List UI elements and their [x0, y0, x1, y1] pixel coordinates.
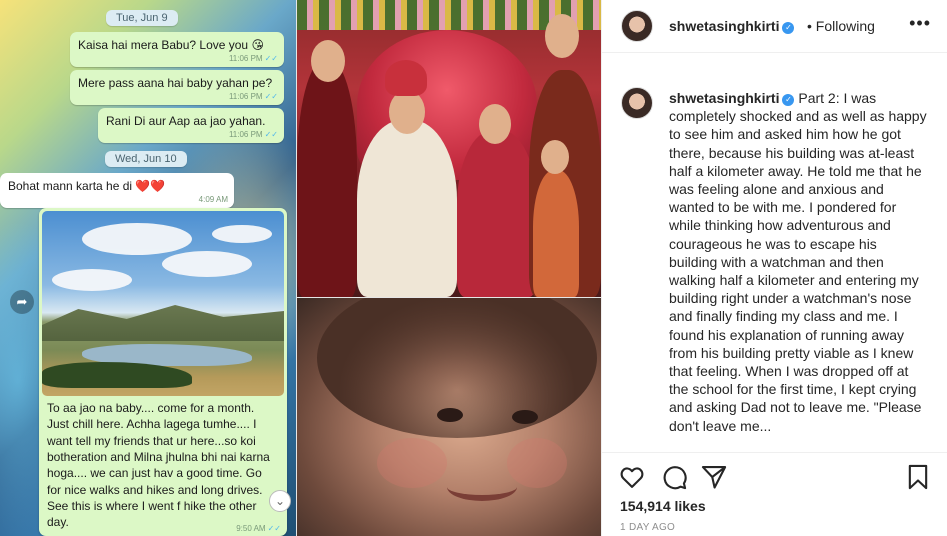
message-meta: 9:50 AM ✓✓: [236, 524, 281, 533]
child-in-photo: [533, 170, 579, 297]
header-username[interactable]: shwetasinghkirti ✓: [669, 18, 795, 34]
groom: [357, 120, 457, 297]
chat-message-out: Rani Di aur Aap aa jao yahan. 11:06 PM ✓✓: [98, 108, 284, 144]
message-meta: 11:06 PM ✓✓: [229, 54, 278, 65]
face: [311, 40, 345, 82]
message-text: Kaisa hai mera Babu? Love you 😘: [78, 38, 264, 52]
read-ticks-icon: ✓✓: [264, 92, 278, 102]
person-left: [297, 60, 357, 297]
post-actions: 154,914 likes 1 DAY AGO: [602, 452, 947, 536]
paper-plane-icon[interactable]: [700, 463, 728, 491]
bride: [457, 130, 537, 297]
post-sidebar: shwetasinghkirti ✓ • Following ••• shweta…: [601, 0, 947, 536]
chat-screenshot: Tue, Jun 9 Kaisa hai mera Babu? Love you…: [0, 0, 296, 536]
post-caption: shwetasinghkirti ✓ Part 2: I was complete…: [669, 89, 927, 435]
message-meta: 4:09 AM: [199, 195, 228, 206]
message-meta: 11:06 PM ✓✓: [229, 92, 278, 103]
message-time: 11:06 PM: [228, 92, 263, 102]
message-text: Mere pass aana hai baby yahan pe?: [78, 76, 273, 90]
message-meta: 11:06 PM ✓✓: [229, 130, 278, 141]
wedding-photo: [297, 0, 601, 297]
message-time: 9:50 AM: [236, 524, 266, 533]
forward-arrow-icon[interactable]: ➦: [10, 290, 34, 314]
read-ticks-icon: ✓✓: [264, 130, 278, 140]
post-header: shwetasinghkirti ✓ • Following •••: [602, 0, 947, 53]
groom-turban: [385, 60, 427, 96]
message-text: Rani Di aur Aap aa jao yahan.: [106, 114, 266, 128]
childhood-photo: [297, 298, 601, 536]
caption-body: Part 2: I was completely shocked and as …: [669, 90, 927, 434]
read-ticks-icon: ✓✓: [267, 524, 281, 533]
more-options-icon[interactable]: •••: [909, 13, 931, 34]
cloud: [212, 225, 272, 243]
verified-badge-icon: ✓: [782, 94, 795, 106]
caption-username[interactable]: shwetasinghkirti: [669, 90, 779, 106]
landscape-photo: [42, 211, 284, 396]
face: [545, 14, 579, 58]
cloud: [82, 223, 192, 255]
cloud: [52, 269, 132, 291]
likes-count[interactable]: 154,914 likes: [620, 498, 706, 514]
date-chip: Tue, Jun 9: [106, 10, 178, 26]
message-time: 11:06 PM: [228, 130, 263, 140]
post-timestamp[interactable]: 1 DAY AGO: [620, 522, 675, 533]
chat-message-in: Bohat mann karta he di ❤️❤️ 4:09 AM: [0, 173, 234, 209]
read-ticks-icon: ✓✓: [264, 54, 278, 64]
eye: [437, 408, 463, 422]
heart-icon[interactable]: [618, 463, 646, 491]
smile: [447, 473, 517, 501]
avatar[interactable]: [621, 87, 653, 119]
chevron-down-icon[interactable]: ⌄: [269, 490, 291, 512]
avatar[interactable]: [621, 10, 653, 42]
message-time: 11:06 PM: [228, 54, 263, 64]
post-image-collage[interactable]: Tue, Jun 9 Kaisa hai mera Babu? Love you…: [0, 0, 601, 536]
chat-message-out: Mere pass aana hai baby yahan pe? 11:06 …: [70, 70, 284, 106]
following-button[interactable]: • Following: [807, 18, 875, 34]
message-text: Bohat mann karta he di ❤️❤️: [8, 179, 166, 193]
message-time: 4:09 AM: [198, 195, 228, 205]
date-chip: Wed, Jun 10: [105, 151, 187, 167]
comment-icon[interactable]: [660, 463, 688, 491]
media-caption: To aa jao na baby.... come for a month. …: [47, 401, 270, 530]
caption-area: shwetasinghkirti ✓ Part 2: I was complete…: [602, 54, 947, 450]
hills: [42, 305, 284, 341]
face: [541, 140, 569, 174]
chat-message-out: Kaisa hai mera Babu? Love you 😘 11:06 PM…: [70, 32, 284, 68]
verified-badge-icon: ✓: [782, 22, 795, 34]
chat-media-message: To aa jao na baby.... come for a month. …: [39, 208, 287, 536]
following-label[interactable]: Following: [816, 18, 875, 34]
username-link[interactable]: shwetasinghkirti: [669, 18, 779, 34]
face: [479, 104, 511, 144]
cheek: [377, 438, 447, 488]
eye: [512, 410, 538, 424]
face: [389, 90, 425, 134]
cloud: [162, 251, 252, 277]
bookmark-icon[interactable]: [904, 463, 932, 491]
